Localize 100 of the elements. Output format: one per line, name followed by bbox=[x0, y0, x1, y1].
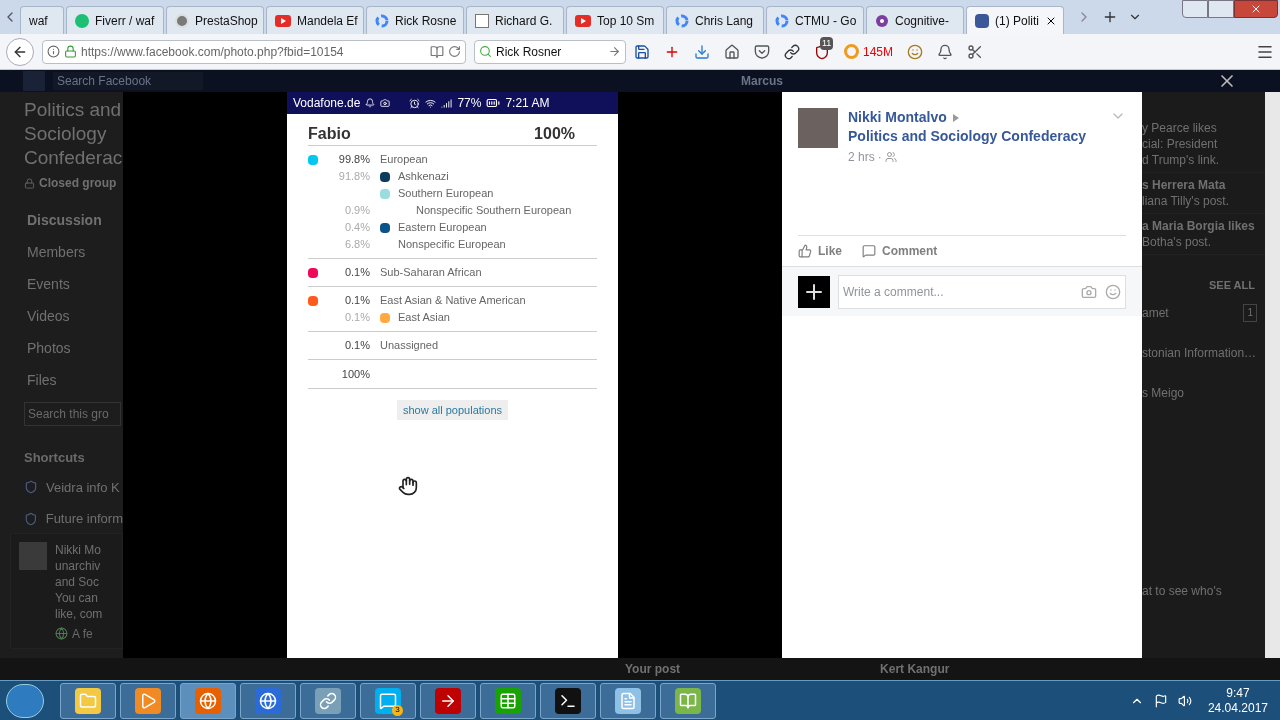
start-button[interactable] bbox=[6, 683, 44, 718]
face-icon[interactable] bbox=[907, 43, 924, 60]
taskbar-app[interactable] bbox=[120, 682, 176, 719]
population-label: East Asian bbox=[398, 310, 450, 326]
browser-tab[interactable]: PrestaShop bbox=[166, 6, 264, 34]
taskbar-app[interactable] bbox=[180, 682, 236, 719]
back-button[interactable] bbox=[6, 37, 34, 66]
ring-icon bbox=[775, 13, 789, 28]
clock-date[interactable]: 24.04.2017 bbox=[1207, 700, 1268, 716]
taskbar-app[interactable] bbox=[480, 682, 536, 719]
contact-name[interactable]: amet bbox=[1142, 305, 1169, 321]
browser-tab[interactable]: waf bbox=[20, 6, 64, 34]
contact-name[interactable]: stonian Information… bbox=[1142, 345, 1257, 361]
notification-icon bbox=[365, 98, 376, 108]
taskbar-app[interactable] bbox=[600, 682, 656, 719]
population-label: Eastern European bbox=[398, 220, 487, 236]
link-icon bbox=[315, 687, 341, 714]
percentage: 99.8% bbox=[338, 152, 370, 168]
pocket-icon[interactable] bbox=[754, 43, 770, 60]
group-nav-item[interactable]: Videos bbox=[24, 306, 123, 338]
author-link[interactable]: Nikki Montalvo bbox=[848, 108, 947, 127]
taskbar-app[interactable] bbox=[60, 682, 116, 719]
group-nav-item[interactable]: Discussion bbox=[24, 210, 123, 242]
group-nav-item[interactable]: Events bbox=[24, 274, 123, 306]
taskbar-app[interactable] bbox=[660, 682, 716, 719]
comment-button[interactable]: Comment bbox=[862, 242, 938, 260]
privacy-label: Closed group bbox=[39, 175, 117, 192]
group-nav-item[interactable]: Members bbox=[24, 242, 123, 274]
download-icon[interactable] bbox=[694, 43, 710, 60]
group-nav-item[interactable]: Photos bbox=[24, 338, 123, 370]
see-all-link[interactable]: SEE ALL bbox=[1208, 277, 1255, 293]
close-window-button[interactable] bbox=[1234, 0, 1278, 18]
browser-tab[interactable]: Chris Lang bbox=[666, 6, 764, 34]
reader-icon[interactable] bbox=[430, 44, 444, 59]
reload-icon[interactable] bbox=[448, 45, 461, 58]
like-button[interactable]: Like bbox=[798, 242, 842, 260]
count-badge: 3 bbox=[392, 704, 403, 716]
maximize-button[interactable] bbox=[1208, 0, 1234, 18]
contact-name[interactable]: Kert Kangur bbox=[880, 660, 950, 678]
profile-name[interactable]: Marcus bbox=[741, 72, 784, 90]
volume-icon[interactable] bbox=[1177, 693, 1192, 708]
browser-tab[interactable]: Mandela Ef bbox=[266, 6, 364, 34]
browser-tab[interactable]: Fiverr / waf bbox=[66, 6, 164, 34]
carrier-label: Vodafone.de bbox=[293, 95, 361, 112]
thumbs-up-icon bbox=[798, 244, 812, 258]
population-label: Sub-Saharan African bbox=[380, 265, 482, 281]
browser-tab[interactable]: (1) Politi bbox=[966, 6, 1064, 34]
link-icon[interactable] bbox=[784, 43, 800, 60]
scissors-icon[interactable] bbox=[967, 43, 984, 60]
browser-tab[interactable]: Cognitive- bbox=[866, 6, 964, 34]
population-label: East Asian & Native American bbox=[380, 293, 526, 309]
activity-text: cial: President bbox=[1142, 136, 1219, 152]
group-search-field[interactable]: Search this gro bbox=[24, 402, 121, 426]
play-icon bbox=[575, 14, 591, 27]
atom-icon bbox=[875, 13, 889, 28]
flag-icon[interactable] bbox=[1153, 693, 1168, 708]
save-icon[interactable] bbox=[634, 43, 650, 60]
taskbar-app[interactable] bbox=[240, 682, 296, 719]
group-nav-item[interactable]: Files bbox=[24, 370, 123, 402]
post-time[interactable]: 2 hrs bbox=[848, 148, 875, 166]
notebook-icon bbox=[675, 687, 701, 714]
percentage: 6.8% bbox=[344, 237, 370, 253]
activity-text: liana Tilly's post. bbox=[1142, 193, 1230, 209]
address-field[interactable]: https://www.facebook.com/photo.php?fbid=10154 bbox=[42, 39, 466, 64]
group-link[interactable]: Politics and Sociology Confederacy bbox=[848, 127, 1087, 146]
browser-tab[interactable]: Rick Rosne bbox=[366, 6, 464, 34]
bell-icon[interactable] bbox=[937, 43, 954, 60]
go-icon[interactable] bbox=[608, 45, 621, 58]
clock-time[interactable]: 9:47 bbox=[1226, 685, 1250, 701]
shortcut-link[interactable]: Veidra info K bbox=[46, 477, 120, 497]
post-label[interactable]: Your post bbox=[625, 660, 681, 678]
person-name: Fabio bbox=[308, 123, 351, 144]
terminal-icon bbox=[555, 687, 581, 714]
search-field[interactable]: Search Facebook bbox=[53, 72, 203, 90]
minimize-button[interactable] bbox=[1182, 0, 1208, 18]
browser-tab[interactable]: Top 10 Sm bbox=[566, 6, 664, 34]
contact-name[interactable]: s Meigo bbox=[1142, 385, 1185, 401]
speech-bubble-icon bbox=[862, 244, 876, 258]
browser-tab[interactable]: CTMU - Go bbox=[766, 6, 864, 34]
population-label: European bbox=[380, 152, 428, 168]
search-icon bbox=[479, 45, 492, 58]
taskbar-app[interactable]: 3 bbox=[360, 682, 416, 719]
notepad-icon bbox=[615, 687, 641, 714]
globe-icon bbox=[195, 687, 221, 714]
info-icon[interactable] bbox=[47, 45, 60, 58]
group-title: Sociology bbox=[24, 122, 108, 146]
home-icon[interactable] bbox=[724, 43, 740, 60]
section-heading: Shortcuts bbox=[24, 449, 86, 467]
browser-tab[interactable]: Richard G. bbox=[466, 6, 564, 34]
search-field[interactable]: Rick Rosner bbox=[474, 39, 626, 64]
taskbar-app[interactable] bbox=[300, 682, 356, 719]
percentage: 0.1% bbox=[344, 338, 370, 354]
shield-icon bbox=[24, 480, 38, 495]
show-all-button[interactable]: show all populations bbox=[396, 400, 509, 420]
scrollbar[interactable] bbox=[1265, 92, 1280, 658]
taskbar-app[interactable] bbox=[540, 682, 596, 719]
new-tab-icon[interactable] bbox=[1102, 9, 1118, 25]
taskbar-app[interactable] bbox=[420, 682, 476, 719]
group-title: Politics and bbox=[24, 98, 123, 122]
shortcut-link[interactable]: Future inform bbox=[45, 509, 123, 529]
